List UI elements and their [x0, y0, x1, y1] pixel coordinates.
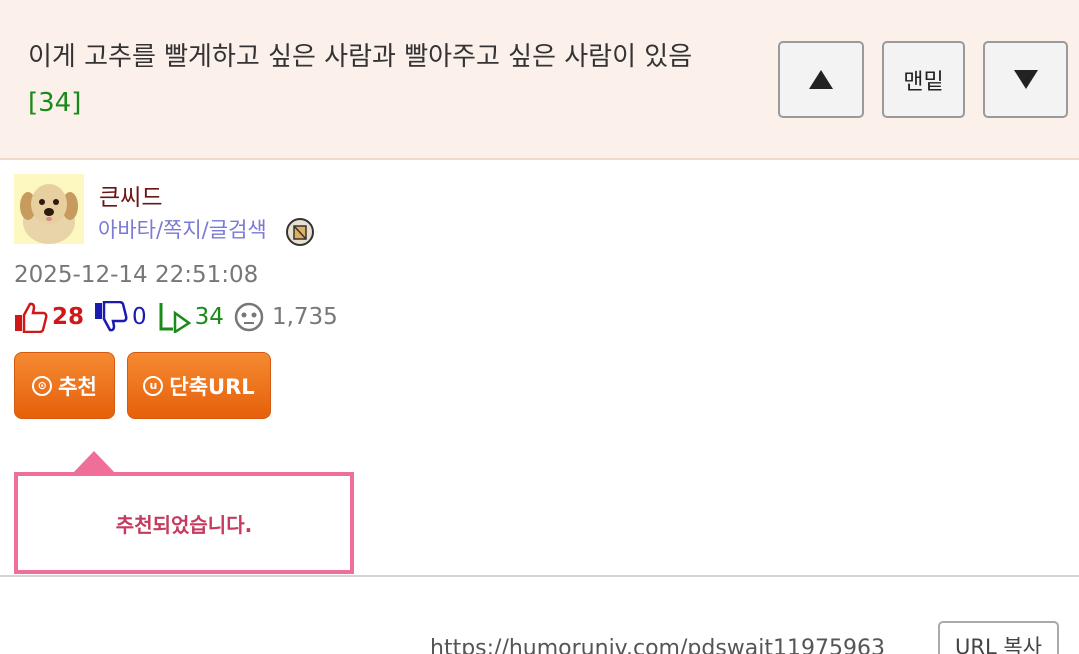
post-title-text: 이게 고추를 빨게하고 싶은 사람과 빨아주고 싶은 사람이 있음	[28, 42, 693, 72]
recommend-icon: ⊙	[32, 375, 53, 396]
scroll-down-button[interactable]	[983, 41, 1068, 118]
scroll-bottom-button[interactable]: 맨밑	[882, 41, 965, 118]
puppy-avatar-icon	[14, 174, 84, 244]
views-count: 1,735	[271, 304, 338, 330]
triangle-up-icon	[809, 70, 833, 89]
views-face-icon	[234, 302, 264, 332]
popup-message: 추천되었습니다.	[115, 512, 253, 537]
recommend-button[interactable]: ⊙ 추천	[14, 352, 115, 419]
level-badge-icon	[286, 218, 314, 246]
thumbs-down-icon	[95, 301, 128, 332]
post-header: 이게 고추를 빨게하고 싶은 사람과 빨아주고 싶은 사람이 있음 [34] 맨…	[0, 0, 1079, 160]
oppose-count: 0	[132, 304, 147, 330]
author-nickname[interactable]: 큰씨드	[99, 178, 162, 212]
avatar[interactable]	[14, 174, 84, 244]
divider	[0, 575, 1079, 577]
popup-arrow	[72, 451, 116, 474]
post-title: 이게 고추를 빨게하고 싶은 사람과 빨아주고 싶은 사람이 있음 [34]	[28, 34, 718, 126]
short-url-button-label: 단축URL	[169, 374, 255, 399]
reply-arrow-icon	[159, 303, 191, 333]
triangle-down-icon	[1013, 70, 1038, 89]
author-links[interactable]: 아바타/쪽지/글검색	[98, 214, 267, 244]
short-url-button[interactable]: u 단축URL	[127, 352, 271, 419]
scroll-up-button[interactable]	[778, 41, 864, 118]
post-datetime: 2025-12-14 22:51:08	[14, 262, 259, 288]
thumbs-up-icon	[15, 302, 48, 333]
post-stats: 28 0 34 1,735	[14, 300, 338, 334]
post-url-text: https://humoruniv.com/pdswait11975963	[430, 636, 885, 654]
replies-count: 34	[194, 304, 224, 330]
url-icon: u	[143, 375, 164, 396]
recommend-count: 28	[52, 304, 85, 330]
recommend-button-label: 추천	[58, 374, 97, 399]
recommend-popup: 추천되었습니다.	[14, 472, 354, 574]
reply-count-label: [34]	[28, 88, 82, 118]
url-copy-button[interactable]: URL 복사	[938, 621, 1059, 654]
